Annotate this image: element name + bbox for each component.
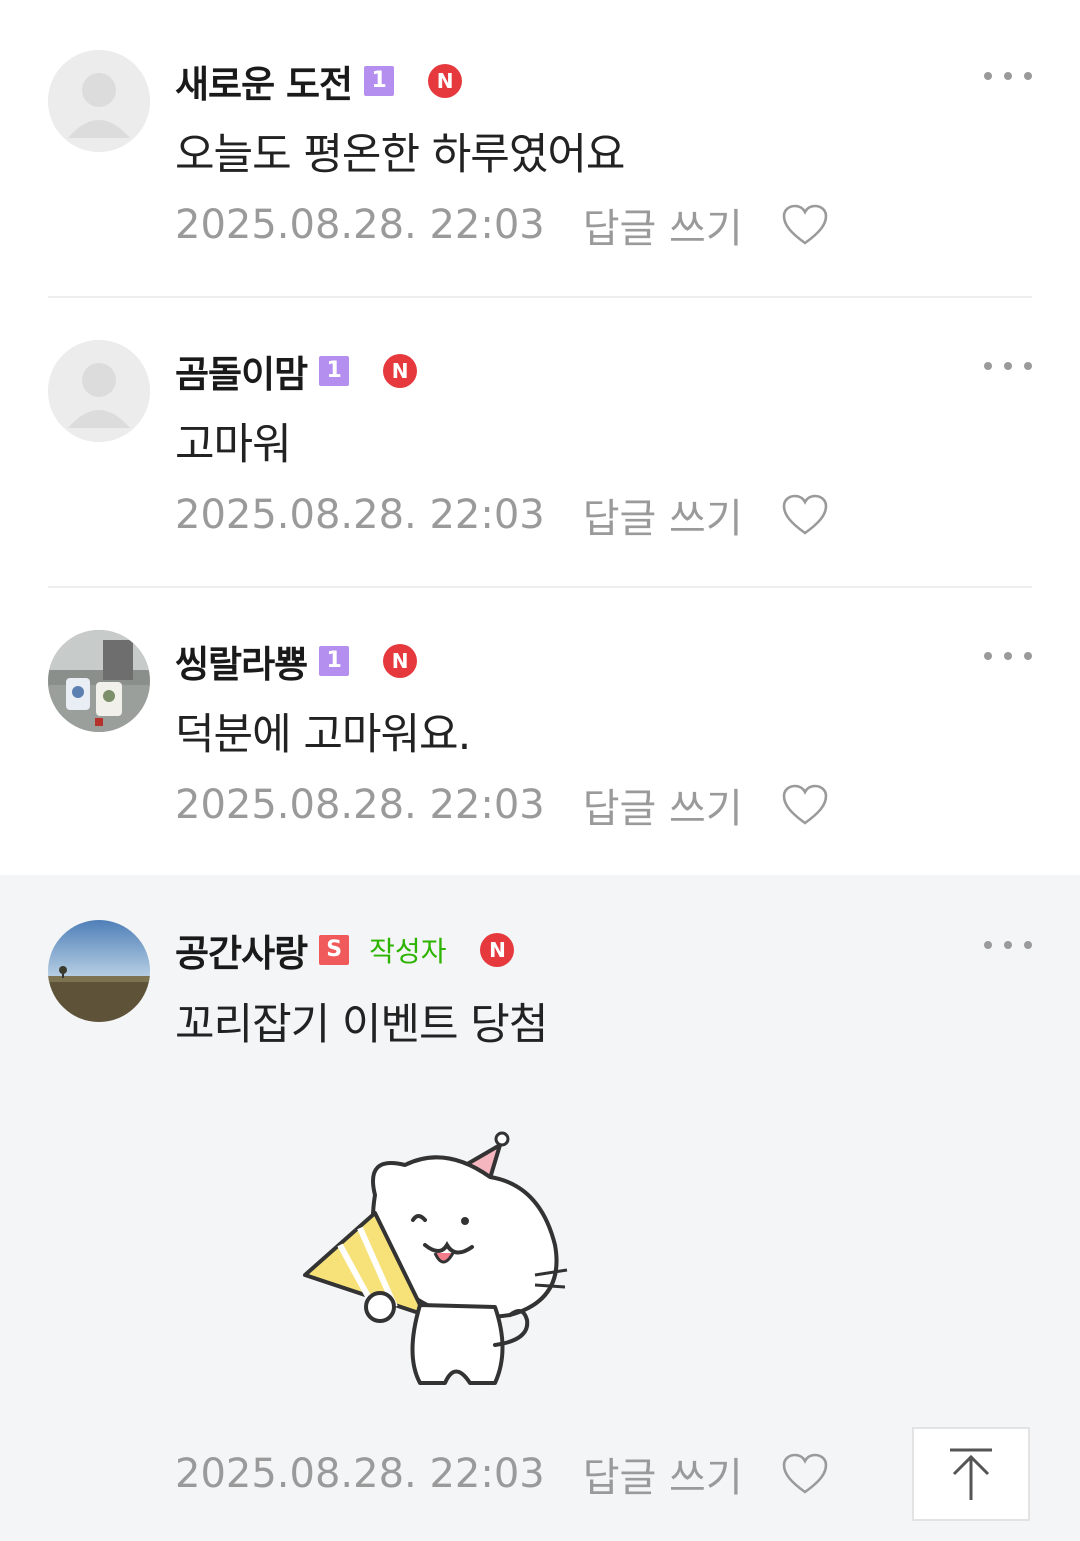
new-badge: N bbox=[383, 644, 418, 678]
photo-avatar-field[interactable] bbox=[48, 920, 150, 1022]
scroll-to-top-button[interactable] bbox=[912, 1427, 1030, 1521]
new-badge: N bbox=[480, 933, 515, 967]
comment-date: 2025.08.28. 22:03 bbox=[175, 202, 545, 248]
comment-item: 곰돌이맘 1 N 고마워 2025.08.28. 22:03 답글 쓰기 bbox=[0, 298, 1080, 588]
author-line: 곰돌이맘 1 N bbox=[175, 344, 418, 398]
more-options-icon[interactable] bbox=[984, 66, 1032, 86]
level-badge: 1 bbox=[364, 66, 395, 96]
comment-text: 고마워 bbox=[175, 420, 292, 470]
photo-avatar-mugs[interactable] bbox=[48, 630, 150, 732]
level-badge: S bbox=[319, 935, 350, 965]
comment-date: 2025.08.28. 22:03 bbox=[175, 1451, 545, 1497]
comment-text: 덕분에 고마워요. bbox=[175, 710, 471, 760]
author-name[interactable]: 곰돌이맘 bbox=[175, 344, 308, 398]
more-options-icon[interactable] bbox=[984, 356, 1032, 376]
arrow-up-to-top-icon bbox=[950, 1448, 992, 1500]
comment-item: 새로운 도전 1 N 오늘도 평온한 하루였어요 2025.08.28. 22:… bbox=[0, 8, 1080, 298]
like-heart-icon[interactable] bbox=[781, 783, 829, 827]
default-avatar-icon[interactable] bbox=[48, 340, 150, 442]
author-line: 새로운 도전 1 N bbox=[175, 54, 463, 108]
comment-text: 꼬리잡기 이벤트 당첨 bbox=[175, 1000, 548, 1050]
reply-button[interactable]: 답글 쓰기 bbox=[583, 486, 743, 544]
comment-meta: 2025.08.28. 22:03 답글 쓰기 bbox=[175, 780, 829, 832]
comment-item: 씽랄라뿅 1 N 덕분에 고마워요. 2025.08.28. 22:03 답글 … bbox=[0, 588, 1080, 875]
comment-date: 2025.08.28. 22:03 bbox=[175, 492, 545, 538]
like-heart-icon[interactable] bbox=[781, 1452, 829, 1496]
reply-button[interactable]: 답글 쓰기 bbox=[583, 1445, 743, 1503]
like-heart-icon[interactable] bbox=[781, 493, 829, 537]
more-options-icon[interactable] bbox=[984, 935, 1032, 955]
cat-party-sticker bbox=[303, 1131, 568, 1385]
comment-meta: 2025.08.28. 22:03 답글 쓰기 bbox=[175, 200, 829, 252]
author-line: 씽랄라뿅 1 N bbox=[175, 634, 418, 688]
comment-date: 2025.08.28. 22:03 bbox=[175, 782, 545, 828]
reply-button[interactable]: 답글 쓰기 bbox=[583, 776, 743, 834]
writer-tag: 작성자 bbox=[369, 935, 447, 968]
comment-meta: 2025.08.28. 22:03 답글 쓰기 bbox=[175, 490, 829, 542]
level-badge: 1 bbox=[319, 646, 350, 676]
more-options-icon[interactable] bbox=[984, 646, 1032, 666]
new-badge: N bbox=[428, 64, 463, 98]
author-name[interactable]: 공간사랑 bbox=[175, 923, 308, 977]
author-name[interactable]: 씽랄라뿅 bbox=[175, 634, 308, 688]
reply-button[interactable]: 답글 쓰기 bbox=[583, 196, 743, 254]
comment-text: 오늘도 평온한 하루였어요 bbox=[175, 130, 625, 180]
default-avatar-icon[interactable] bbox=[48, 50, 150, 152]
author-line: 공간사랑 S 작성자 N bbox=[175, 923, 515, 977]
level-badge: 1 bbox=[319, 356, 350, 386]
comment-meta: 2025.08.28. 22:03 답글 쓰기 bbox=[175, 1449, 829, 1501]
author-name[interactable]: 새로운 도전 bbox=[175, 54, 353, 108]
new-badge: N bbox=[383, 354, 418, 388]
like-heart-icon[interactable] bbox=[781, 203, 829, 247]
